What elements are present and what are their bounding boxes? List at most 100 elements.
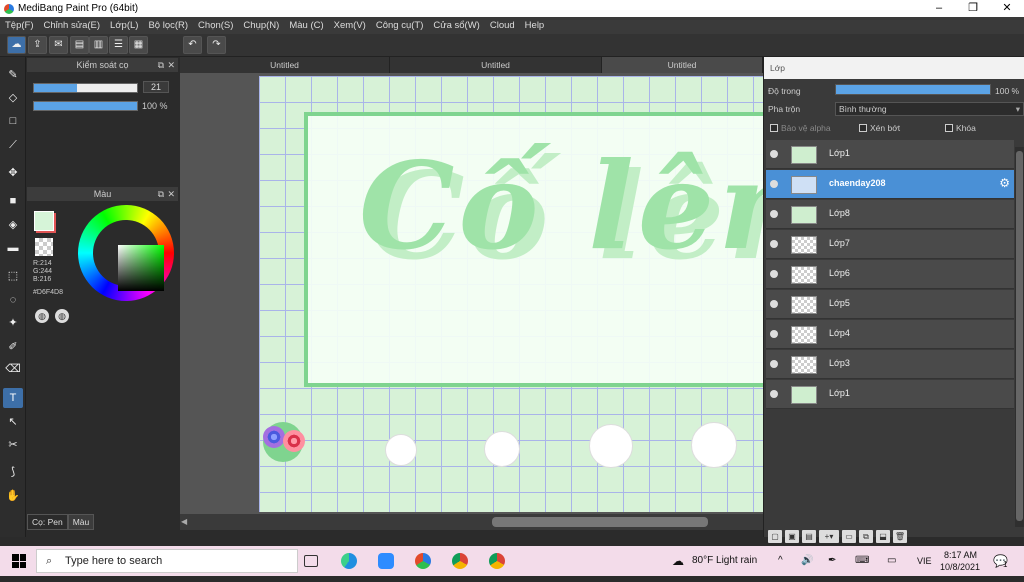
color-wheel[interactable]: [78, 205, 174, 301]
menu-help[interactable]: Help: [520, 20, 550, 31]
lock-checkbox[interactable]: Khóa: [945, 123, 976, 133]
rectangle-tool-icon[interactable]: □: [3, 111, 23, 131]
menu-color[interactable]: Màu (C): [284, 20, 328, 31]
menu-snap[interactable]: Chụp(N): [238, 20, 284, 31]
chat-icon[interactable]: ✉: [49, 36, 68, 54]
layer-row-selected[interactable]: chaenday208 ⚙: [766, 170, 1014, 199]
tray-chevron-icon[interactable]: ^: [778, 546, 783, 576]
move-tool-icon[interactable]: ✥: [3, 163, 23, 183]
doc-tab-1[interactable]: Untitled: [180, 57, 390, 73]
maximize-button[interactable]: ❐: [956, 0, 990, 17]
protect-alpha-checkbox[interactable]: Bảo vệ alpha: [770, 123, 831, 133]
brush-opacity-slider[interactable]: [33, 101, 138, 111]
layer-row[interactable]: Lớp7: [766, 230, 1014, 259]
brush-size-slider[interactable]: [33, 83, 138, 93]
gear-icon[interactable]: ⚙: [999, 176, 1010, 190]
text-tool-icon[interactable]: T: [3, 388, 23, 408]
volume-icon[interactable]: 🔊: [801, 546, 813, 576]
panel-close-icon[interactable]: ✕: [167, 58, 175, 72]
menu-tools[interactable]: Công cụ(T): [371, 20, 429, 31]
lasso-tool-icon[interactable]: ◌: [3, 290, 23, 310]
palette-icon[interactable]: ◍: [35, 309, 49, 323]
layer-row[interactable]: Lớp1: [766, 140, 1014, 169]
menu-filter[interactable]: Bộ lọc(R): [143, 20, 193, 31]
grid-icon[interactable]: ▦: [129, 36, 148, 54]
task-view-icon[interactable]: [304, 555, 318, 567]
clipping-checkbox[interactable]: Xén bớt: [859, 123, 900, 133]
layer-row[interactable]: Lớp3: [766, 350, 1014, 379]
layer-row[interactable]: Lớp5: [766, 290, 1014, 319]
brush-size-value[interactable]: 21: [143, 81, 169, 93]
visibility-eye-icon[interactable]: [770, 270, 778, 278]
foreground-color-swatch[interactable]: [34, 211, 54, 231]
folder-icon[interactable]: ▭: [842, 530, 856, 543]
windows-start-icon[interactable]: [12, 554, 26, 568]
taskbar-search[interactable]: ⌕ Type here to search: [36, 549, 298, 573]
comment-icon[interactable]: ▤: [70, 36, 89, 54]
canvas-area[interactable]: Cố lên: [180, 73, 763, 514]
drawing-canvas[interactable]: Cố lên: [259, 76, 763, 512]
brush-tool-icon[interactable]: ✎: [3, 65, 23, 85]
layer-opacity-slider[interactable]: [835, 84, 991, 95]
menu-view[interactable]: Xem(V): [329, 20, 371, 31]
doc-tab-3[interactable]: Untitled: [602, 57, 763, 73]
undock-icon[interactable]: ⧉: [158, 187, 164, 201]
share-icon[interactable]: ⇪: [28, 36, 47, 54]
select-eraser-tool-icon[interactable]: ⌫: [3, 359, 23, 379]
medibang-taskbar-icon[interactable]: [415, 553, 431, 569]
blend-mode-select[interactable]: Bình thường ▾: [835, 102, 1024, 116]
clock-date[interactable]: 10/8/2021: [940, 552, 980, 582]
eyedropper-tool-icon[interactable]: ⟆: [3, 462, 23, 482]
chrome-icon[interactable]: [452, 553, 468, 569]
select-rect-tool-icon[interactable]: ⬚: [3, 266, 23, 286]
select-pen-tool-icon[interactable]: ✐: [3, 337, 23, 357]
menu-edit[interactable]: Chỉnh sửa(E): [39, 20, 106, 31]
background-color-swatch[interactable]: [35, 238, 53, 256]
new-layer-icon[interactable]: ▢: [768, 530, 782, 543]
undock-icon[interactable]: ⧉: [158, 58, 164, 72]
visibility-eye-icon[interactable]: [770, 210, 778, 218]
blur-tool-icon[interactable]: ⟋: [3, 135, 23, 155]
doc-tab-2[interactable]: Untitled: [390, 57, 602, 73]
scroll-left-icon[interactable]: ◀: [181, 517, 187, 526]
menu-file[interactable]: Tệp(F): [0, 20, 39, 31]
weather-text[interactable]: 80°F Light rain: [692, 546, 757, 576]
layers-scrollbar[interactable]: [1015, 147, 1024, 527]
hand-tool-icon[interactable]: ✋: [3, 486, 23, 506]
add-layer-menu-icon[interactable]: +▾: [819, 530, 839, 543]
layer-row[interactable]: Lớp6: [766, 260, 1014, 289]
tab-brush[interactable]: Cọ: Pen: [27, 514, 68, 530]
new-8bit-layer-icon[interactable]: ▤: [802, 530, 816, 543]
undo-icon[interactable]: ↶: [183, 36, 202, 54]
zoom-app-icon[interactable]: [378, 553, 394, 569]
visibility-eye-icon[interactable]: [770, 150, 778, 158]
layer-row[interactable]: Lớp4: [766, 320, 1014, 349]
eraser-tool-icon[interactable]: ◇: [3, 88, 23, 108]
minimize-button[interactable]: –: [922, 0, 956, 17]
horizontal-scroll-thumb[interactable]: [492, 517, 708, 527]
document-icon[interactable]: ▥: [89, 36, 108, 54]
edge-browser-icon[interactable]: [341, 553, 357, 569]
pen-icon[interactable]: ✒: [828, 546, 836, 576]
visibility-eye-icon[interactable]: [770, 240, 778, 248]
fill-rect-tool-icon[interactable]: ■: [3, 191, 23, 211]
merge-down-icon[interactable]: ⬓: [876, 530, 890, 543]
layers-scroll-thumb[interactable]: [1016, 151, 1023, 521]
new-halftone-layer-icon[interactable]: ▣: [785, 530, 799, 543]
gradient-tool-icon[interactable]: ▬: [3, 238, 23, 258]
visibility-eye-icon[interactable]: [770, 300, 778, 308]
language-indicator[interactable]: VIE: [917, 546, 932, 576]
layers-list-icon[interactable]: ☰: [109, 36, 128, 54]
close-button[interactable]: ✕: [990, 0, 1024, 17]
layer-row[interactable]: Lớp1: [766, 380, 1014, 409]
menu-select[interactable]: Chọn(S): [193, 20, 238, 31]
menu-cloud[interactable]: Cloud: [485, 20, 520, 31]
horizontal-scrollbar[interactable]: ◀: [180, 514, 763, 530]
layer-row[interactable]: Lớp8: [766, 200, 1014, 229]
chrome-profile-icon[interactable]: [489, 553, 505, 569]
divide-tool-icon[interactable]: ✂: [3, 435, 23, 455]
cloud-icon[interactable]: ☁: [7, 36, 26, 54]
menu-layer[interactable]: Lớp(L): [105, 20, 143, 31]
duplicate-layer-icon[interactable]: ⧉: [859, 530, 873, 543]
operation-tool-icon[interactable]: ↖: [3, 412, 23, 432]
